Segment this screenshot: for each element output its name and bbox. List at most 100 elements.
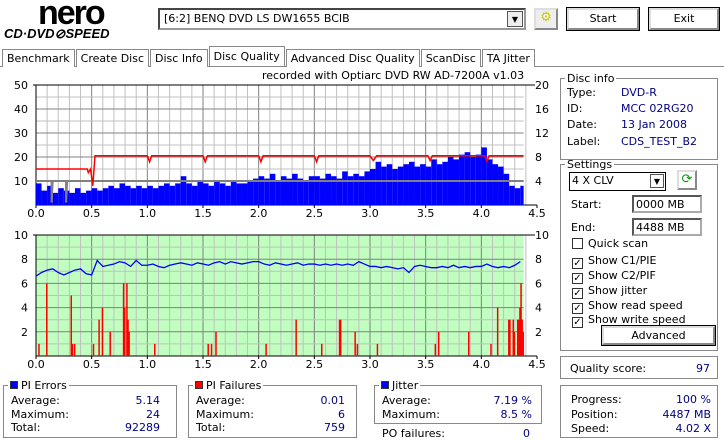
pie-bar bbox=[247, 181, 254, 205]
exit-button[interactable]: Exit bbox=[648, 7, 720, 31]
pie-bar bbox=[91, 188, 98, 205]
tab-disc-quality[interactable]: Disc Quality bbox=[208, 46, 285, 66]
pie-bar bbox=[141, 188, 148, 205]
quality-score-value: 97 bbox=[696, 362, 710, 375]
pie-bar bbox=[408, 161, 415, 205]
pie-bar bbox=[136, 185, 142, 205]
pi-failures-average-label: Average: bbox=[196, 394, 245, 407]
pie-bar bbox=[364, 171, 370, 205]
start-button[interactable]: Start bbox=[566, 7, 640, 31]
tab-bar: Benchmark Create Disc Disc Info Disc Qua… bbox=[2, 46, 536, 67]
checkbox-label: Show write speed bbox=[588, 313, 686, 326]
pif-bar bbox=[123, 307, 126, 356]
checkbox-checked-icon[interactable]: ✓ bbox=[572, 317, 583, 328]
checkbox-show-read-speed[interactable]: ✓ Show read speed bbox=[572, 299, 683, 314]
checkbox-label: Show jitter bbox=[588, 284, 648, 297]
checkbox-checked-icon[interactable]: ✓ bbox=[572, 273, 583, 284]
y2-tick-label: 4 bbox=[535, 302, 542, 315]
quality-score-label: Quality score: bbox=[570, 362, 647, 375]
date-label: Date: bbox=[567, 118, 597, 131]
checkbox-show-c1-pie[interactable]: ✓ Show C1/PIE bbox=[572, 254, 656, 269]
x-tick-label: 0.0 bbox=[27, 207, 45, 220]
drive-settings-icon[interactable]: ⚙ bbox=[534, 8, 558, 30]
pie-bar bbox=[102, 188, 109, 205]
refresh-icon[interactable]: ⟳ bbox=[677, 170, 697, 190]
speed-select[interactable]: 4 X CLV ▼ bbox=[569, 172, 666, 191]
x-tick-label: 2.5 bbox=[306, 358, 324, 371]
pie-bar bbox=[442, 161, 448, 205]
y-tick-label: 6 bbox=[21, 277, 28, 290]
y-tick-label: 4 bbox=[21, 302, 28, 315]
pi-errors-total-label: Total: bbox=[11, 421, 41, 434]
label-value: CDS_TEST_B2 bbox=[621, 135, 698, 148]
y-tick-label: 50 bbox=[14, 79, 28, 92]
pif-bar bbox=[513, 331, 516, 356]
pie-bar bbox=[230, 181, 237, 205]
y2-tick-label: 12 bbox=[535, 127, 549, 140]
pie-bar bbox=[186, 183, 192, 205]
start-input[interactable]: 0000 MB bbox=[632, 195, 702, 213]
jitter-average: 7.19 % bbox=[493, 394, 532, 407]
chevron-down-icon[interactable]: ▼ bbox=[507, 11, 523, 27]
pif-bar bbox=[437, 331, 440, 356]
x-tick-label: 3.0 bbox=[361, 207, 379, 220]
label-label: Label: bbox=[567, 135, 601, 148]
chevron-down-icon[interactable]: ▼ bbox=[650, 174, 664, 188]
pie-bar bbox=[475, 154, 482, 205]
pie-bar bbox=[253, 178, 259, 205]
jitter-title: Jitter bbox=[392, 379, 419, 392]
pie-bar bbox=[169, 185, 176, 205]
checkbox-label: Show C1/PIE bbox=[588, 254, 657, 267]
pie-bar bbox=[197, 181, 203, 205]
pif-bar bbox=[354, 331, 356, 356]
tab-scandisc[interactable]: ScanDisc bbox=[420, 49, 481, 67]
pi-failures-title: PI Failures bbox=[206, 379, 262, 392]
po-failures-value: 0 bbox=[523, 427, 530, 440]
checkbox-unchecked-icon[interactable] bbox=[572, 238, 583, 249]
pie-bar bbox=[191, 185, 198, 205]
y2-tick-label: 20 bbox=[535, 79, 549, 92]
pie-bar bbox=[125, 185, 131, 205]
checkbox-quick-scan[interactable]: Quick scan bbox=[572, 237, 648, 250]
pie-bar bbox=[425, 166, 432, 205]
pie-bar bbox=[381, 166, 387, 205]
pie-bar bbox=[492, 164, 499, 205]
checkbox-show-c2-pif[interactable]: ✓ Show C2/PIF bbox=[572, 269, 656, 284]
progress-label: Progress: bbox=[571, 393, 622, 406]
pie-bar bbox=[236, 183, 242, 205]
pie-bar bbox=[503, 173, 510, 205]
id-value: MCC 02RG20 bbox=[621, 102, 694, 115]
pie-bar bbox=[297, 178, 304, 205]
pie-bar bbox=[370, 169, 376, 205]
checkbox-checked-icon[interactable]: ✓ bbox=[572, 258, 583, 269]
jitter-maximum-label: Maximum: bbox=[382, 408, 440, 421]
pie-bar bbox=[36, 183, 42, 205]
pie-bar bbox=[520, 185, 524, 205]
advanced-button[interactable]: Advanced bbox=[601, 325, 716, 346]
pie-bar bbox=[86, 190, 92, 205]
pie-bar bbox=[436, 164, 443, 205]
checkbox-checked-icon[interactable]: ✓ bbox=[572, 288, 583, 299]
pif-bar bbox=[522, 331, 525, 356]
pif-bar bbox=[207, 343, 209, 356]
tab-disc-info[interactable]: Disc Info bbox=[150, 49, 208, 67]
pif-bar bbox=[92, 343, 95, 356]
pi-errors-maximum-label: Maximum: bbox=[11, 408, 69, 421]
position-label: Position: bbox=[571, 408, 618, 421]
pie-bar bbox=[52, 193, 59, 205]
tab-benchmark[interactable]: Benchmark bbox=[2, 49, 75, 67]
tab-advanced-disc-quality[interactable]: Advanced Disc Quality bbox=[285, 49, 420, 67]
pi-errors-total: 92289 bbox=[125, 421, 160, 434]
pif-bar bbox=[376, 343, 379, 356]
y-tick-label: 8 bbox=[21, 253, 28, 266]
tab-create-disc[interactable]: Create Disc bbox=[75, 49, 150, 67]
drive-select[interactable]: [6:2] BENQ DVD LS DW1655 BCIB ▼ bbox=[158, 8, 526, 30]
checkbox-show-jitter[interactable]: ✓ Show jitter bbox=[572, 284, 647, 299]
speed-value: 4.02 X bbox=[675, 422, 711, 435]
y-tick-label: 20 bbox=[14, 151, 28, 164]
x-tick-label: 4.0 bbox=[473, 207, 491, 220]
pie-bar bbox=[264, 178, 270, 205]
tab-ta-jitter[interactable]: TA Jitter bbox=[481, 49, 535, 67]
pie-bar bbox=[225, 185, 231, 205]
end-input[interactable]: 4488 MB bbox=[632, 218, 702, 236]
